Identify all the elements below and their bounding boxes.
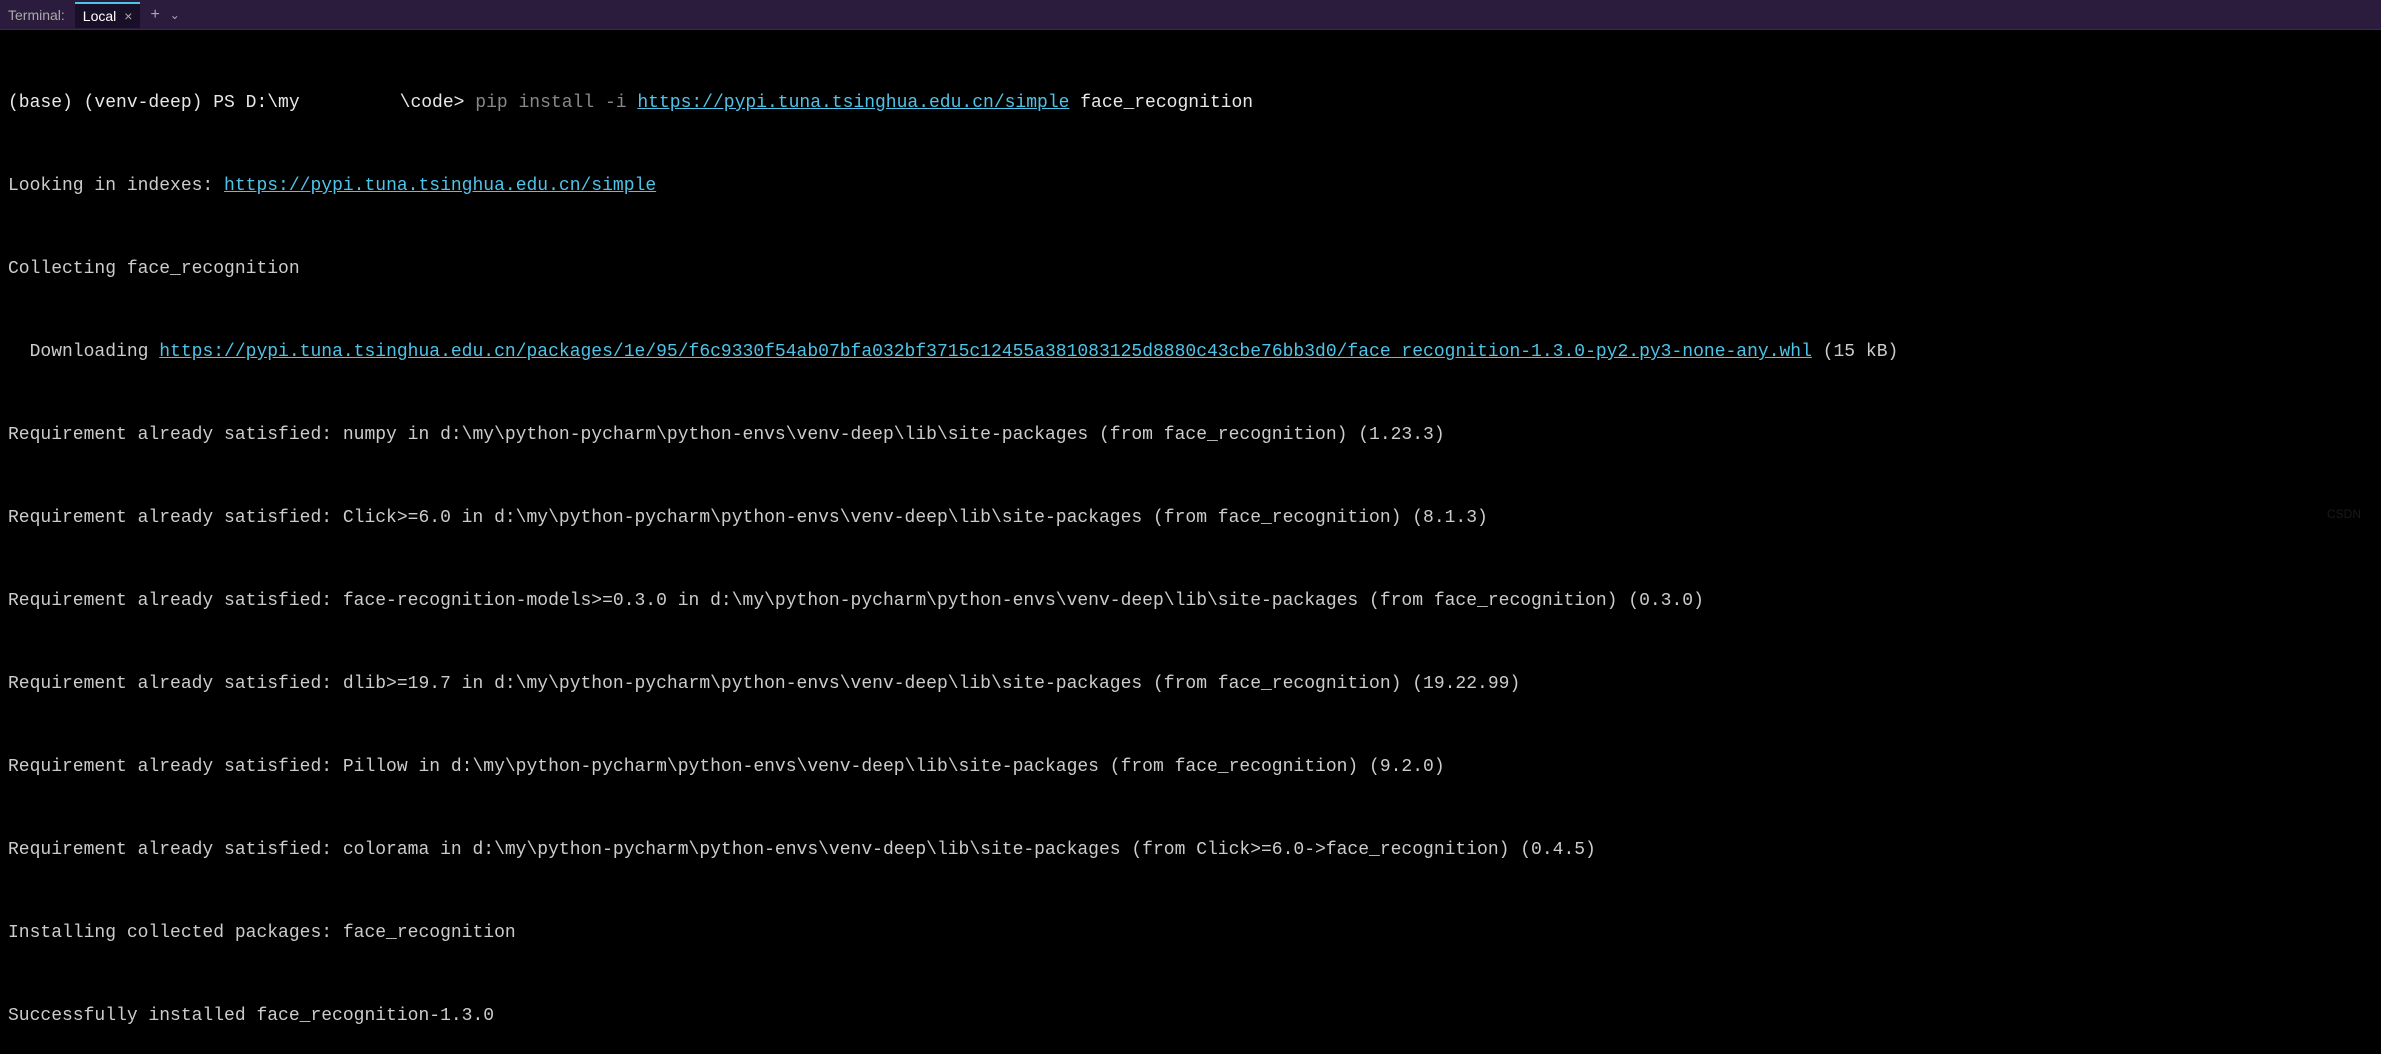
tab-label: Local [83, 8, 116, 24]
output-line: Requirement already satisfied: face-reco… [8, 588, 2373, 615]
terminal-tab-bar: Terminal: Local × + ⌄ [0, 0, 2381, 30]
output-line: Collecting face_recognition [8, 256, 2373, 283]
redacted-path [300, 94, 400, 110]
add-tab-icon[interactable]: + [150, 6, 159, 24]
tab-local[interactable]: Local × [75, 2, 141, 28]
cmd-package: face_recognition [1080, 93, 1253, 113]
terminal-tool-label: Terminal: [8, 7, 65, 23]
prompt-line: (base) (venv-deep) PS D:\my \code> pip in… [8, 90, 2373, 117]
output-line: Requirement already satisfied: Pillow in… [8, 754, 2373, 781]
cmd-flag: -i [605, 93, 627, 113]
cmd-pip: pip [475, 93, 507, 113]
terminal-output[interactable]: (base) (venv-deep) PS D:\my \code> pip in… [0, 30, 2381, 1054]
cmd-install: install [519, 93, 595, 113]
text: Downloading [8, 342, 159, 362]
output-line: Installing collected packages: face_reco… [8, 920, 2373, 947]
cmd-index-url[interactable]: https://pypi.tuna.tsinghua.edu.cn/simple [637, 93, 1069, 113]
close-icon[interactable]: × [124, 8, 132, 24]
prompt-prefix: (base) (venv-deep) PS D:\my [8, 93, 300, 113]
file-size: (15 kB) [1812, 342, 1898, 362]
output-line: Successfully installed face_recognition-… [8, 1003, 2373, 1030]
prompt-suffix: \code> [400, 93, 465, 113]
output-line: Downloading https://pypi.tuna.tsinghua.e… [8, 339, 2373, 366]
index-url-link[interactable]: https://pypi.tuna.tsinghua.edu.cn/simple [224, 176, 656, 196]
text: Looking in indexes: [8, 176, 224, 196]
output-line: Requirement already satisfied: dlib>=19.… [8, 671, 2373, 698]
watermark: CSDN [2327, 507, 2361, 521]
output-line: Looking in indexes: https://pypi.tuna.ts… [8, 173, 2373, 200]
output-line: Requirement already satisfied: colorama … [8, 837, 2373, 864]
output-line: Requirement already satisfied: Click>=6.… [8, 505, 2373, 532]
output-line: Requirement already satisfied: numpy in … [8, 422, 2373, 449]
download-url-link[interactable]: https://pypi.tuna.tsinghua.edu.cn/packag… [159, 342, 1812, 362]
tab-dropdown-icon[interactable]: ⌄ [170, 8, 180, 22]
